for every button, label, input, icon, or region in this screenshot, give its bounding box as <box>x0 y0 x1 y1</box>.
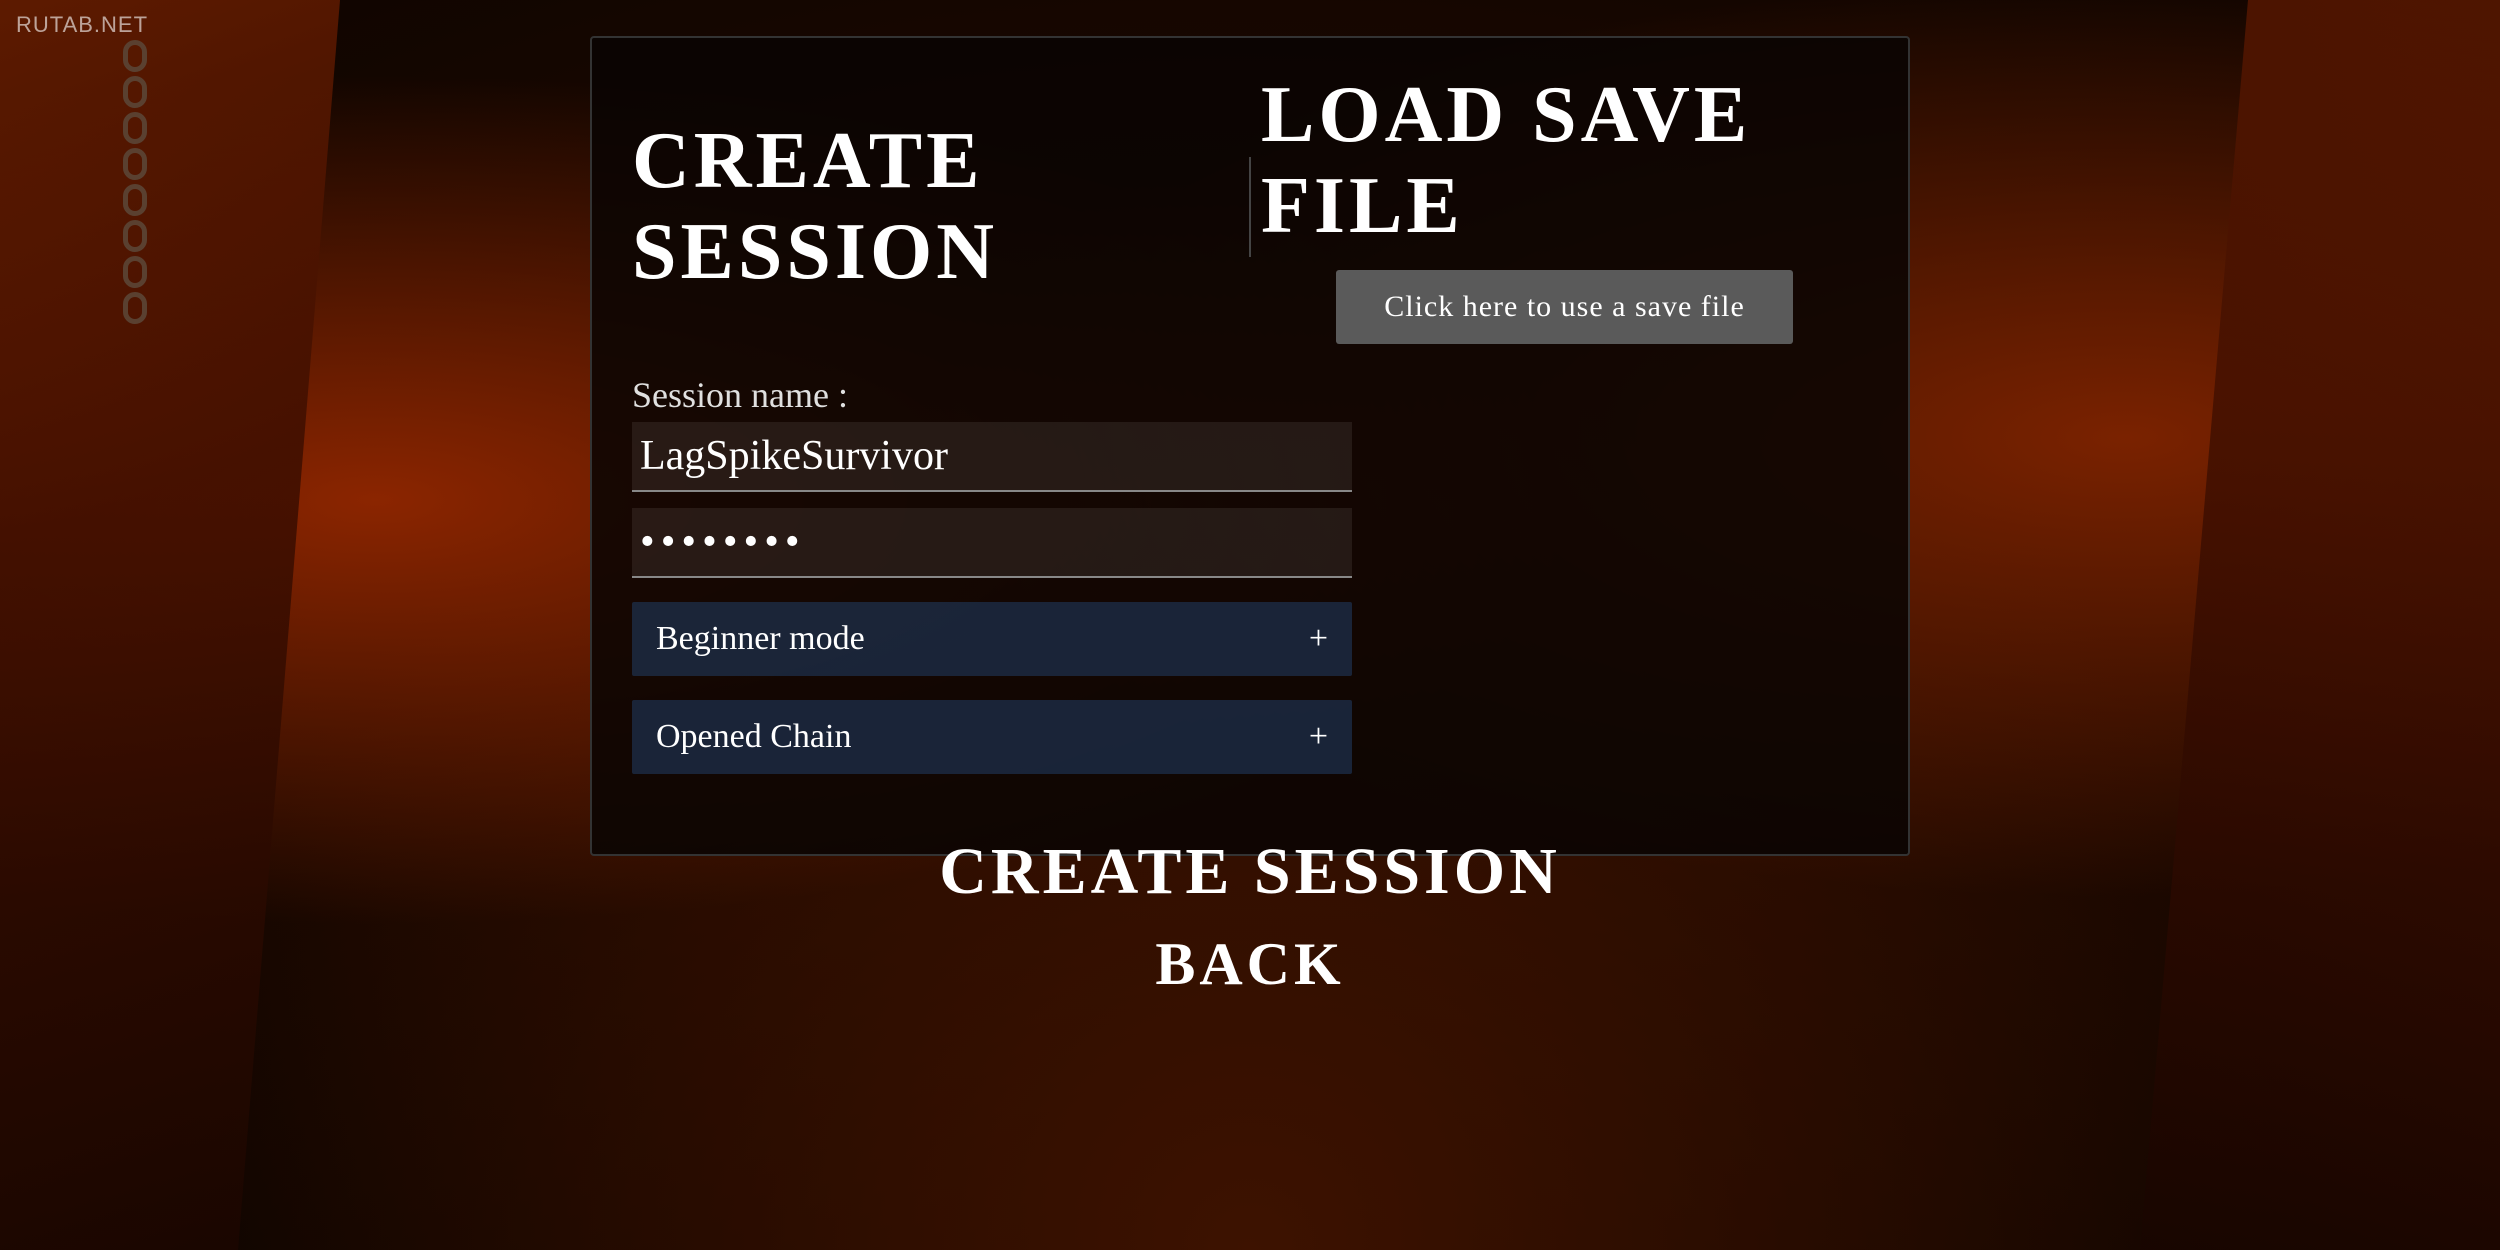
back-button[interactable]: Back <box>1155 930 1344 999</box>
chain-link <box>123 112 147 144</box>
chain-link <box>123 292 147 324</box>
beginner-mode-dropdown[interactable]: Beginner mode + <box>632 602 1352 676</box>
load-save-header: Load Save File Click here to use a save … <box>1261 70 1868 344</box>
chain-link <box>123 148 147 180</box>
chain-link <box>123 256 147 288</box>
beginner-mode-label: Beginner mode <box>656 620 865 658</box>
opened-chain-expand-icon: + <box>1309 718 1328 756</box>
load-save-title: Load Save File <box>1261 70 1868 252</box>
session-name-label: Session name : <box>632 374 1352 416</box>
opened-chain-label: Opened Chain <box>656 718 851 756</box>
opened-chain-dropdown[interactable]: Opened Chain + <box>632 700 1352 774</box>
watermark: RUTAB.NET <box>16 12 148 38</box>
password-input[interactable] <box>632 508 1352 578</box>
create-session-button[interactable]: Create Session <box>939 834 1560 910</box>
dialog-body: Session name : Beginner mode + Opened Ch… <box>592 364 1908 804</box>
chain-link <box>123 40 147 72</box>
chain-link <box>123 76 147 108</box>
load-save-button[interactable]: Click here to use a save file <box>1336 270 1793 344</box>
chain-link <box>123 184 147 216</box>
header-divider <box>1249 157 1251 257</box>
chain-decoration <box>120 40 150 360</box>
create-session-form: Session name : Beginner mode + Opened Ch… <box>632 374 1352 774</box>
session-name-input[interactable] <box>632 422 1352 492</box>
dialog-footer: Create Session Back <box>592 804 1908 1039</box>
create-session-title: Create Session <box>632 116 1239 298</box>
session-name-group: Session name : <box>632 374 1352 492</box>
main-dialog: Create Session Load Save File Click here… <box>590 36 1910 856</box>
chain-link <box>123 220 147 252</box>
create-session-header: Create Session <box>632 70 1239 344</box>
beginner-mode-expand-icon: + <box>1309 620 1328 658</box>
dialog-header: Create Session Load Save File Click here… <box>592 38 1908 364</box>
